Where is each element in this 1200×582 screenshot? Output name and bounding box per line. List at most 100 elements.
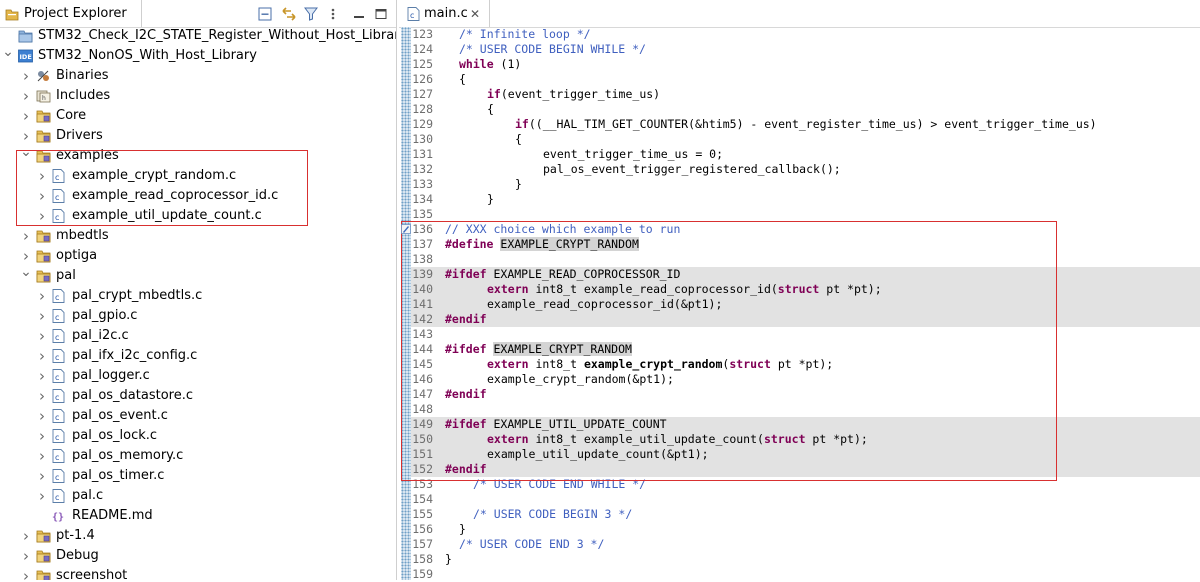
tree-item-folder-drivers[interactable]: › Drivers xyxy=(0,126,396,146)
chevron-right-icon[interactable]: › xyxy=(20,86,32,106)
close-icon[interactable]: ✕ xyxy=(469,4,481,24)
code-line[interactable]: 136 // XXX choice which example to run xyxy=(411,222,1200,237)
code-line[interactable]: 147 #endif xyxy=(411,387,1200,402)
tree-item-file-readme[interactable]: {} README.md xyxy=(0,506,396,526)
view-menu-icon[interactable] xyxy=(327,7,341,21)
chevron-right-icon[interactable]: › xyxy=(36,306,48,326)
code-line[interactable]: 129 if((__HAL_TIM_GET_COUNTER(&htim5) - e… xyxy=(411,117,1200,132)
code-line[interactable]: 126 { xyxy=(411,72,1200,87)
code-line[interactable]: 156} xyxy=(411,522,1200,537)
code-line[interactable]: 150 extern int8_t example_util_update_cou… xyxy=(411,432,1200,447)
tree-item-file-pal-os-lock[interactable]: › c pal_os_lock.c xyxy=(0,426,396,446)
code-line[interactable]: 128 { xyxy=(411,102,1200,117)
chevron-right-icon[interactable]: › xyxy=(36,366,48,386)
tree-item-folder-debug[interactable]: › Debug xyxy=(0,546,396,566)
filter-icon[interactable] xyxy=(304,7,318,21)
tree-item-folder-examples[interactable]: ⌄ examples xyxy=(0,144,396,166)
tree-item-file-example-util-update-count[interactable]: › c example_util_update_count.c xyxy=(0,206,396,226)
code-line[interactable]: 127 if(event_trigger_time_us) xyxy=(411,87,1200,102)
code-line[interactable]: 153 /* USER CODE END WHILE */ xyxy=(411,477,1200,492)
tree-item-folder-core[interactable]: › Core xyxy=(0,106,396,126)
chevron-right-icon[interactable]: › xyxy=(36,386,48,406)
tree-item-file-pal-crypt-mbedtls[interactable]: › c pal_crypt_mbedtls.c xyxy=(0,286,396,306)
chevron-right-icon[interactable]: › xyxy=(20,106,32,126)
chevron-down-icon[interactable]: ⌄ xyxy=(2,42,14,62)
tree-item-project-check-i2c[interactable]: STM32_Check_I2C_STATE_Register_Without_H… xyxy=(0,26,396,46)
chevron-right-icon[interactable]: › xyxy=(36,186,48,206)
code-line[interactable]: 154 xyxy=(411,492,1200,507)
code-line[interactable]: 141 example_read_coprocessor_id(&pt1); xyxy=(411,297,1200,312)
overview-ruler[interactable] xyxy=(401,27,411,580)
code-line[interactable]: 138 xyxy=(411,252,1200,267)
code-line[interactable]: 145 extern int8_t example_crypt_random(st… xyxy=(411,357,1200,372)
code-line[interactable]: 123 /* Infinite loop */ xyxy=(411,27,1200,42)
chevron-down-icon[interactable]: ⌄ xyxy=(20,262,32,282)
code-line[interactable]: 140 extern int8_t example_read_coprocesso… xyxy=(411,282,1200,297)
collapse-all-icon[interactable] xyxy=(258,7,272,21)
minimize-icon[interactable] xyxy=(352,7,366,21)
tree-item-folder-screenshot[interactable]: › screenshot xyxy=(0,566,396,580)
code-line[interactable]: 134} xyxy=(411,192,1200,207)
tree-item-folder-mbedtls[interactable]: › mbedtls xyxy=(0,226,396,246)
chevron-right-icon[interactable]: › xyxy=(36,406,48,426)
code-line[interactable]: 132 pal_os_event_trigger_registered_callb… xyxy=(411,162,1200,177)
tree-item-file-pal-logger[interactable]: › c pal_logger.c xyxy=(0,366,396,386)
chevron-right-icon[interactable]: › xyxy=(20,526,32,546)
chevron-right-icon[interactable]: › xyxy=(20,226,32,246)
code-line[interactable]: 137 #define EXAMPLE_CRYPT_RANDOM xyxy=(411,237,1200,252)
tree-item-folder-optiga[interactable]: › optiga xyxy=(0,246,396,266)
code-line[interactable]: 144 #ifdef EXAMPLE_CRYPT_RANDOM xyxy=(411,342,1200,357)
chevron-right-icon[interactable]: › xyxy=(20,546,32,566)
tree-item-file-pal[interactable]: › c pal.c xyxy=(0,486,396,506)
code-line[interactable]: 142 #endif xyxy=(411,312,1200,327)
code-line[interactable]: 152 #endif xyxy=(411,462,1200,477)
chevron-right-icon[interactable]: › xyxy=(20,66,32,86)
code-line[interactable]: 158} xyxy=(411,552,1200,567)
tree-item-project-nonos-host[interactable]: ⌄ IDE STM32_NonOS_With_Host_Library xyxy=(0,44,396,66)
maximize-icon[interactable] xyxy=(374,7,388,21)
chevron-right-icon[interactable]: › xyxy=(36,486,48,506)
tree-item-file-pal-os-event[interactable]: › c pal_os_event.c xyxy=(0,406,396,426)
code-line[interactable]: 133} xyxy=(411,177,1200,192)
tree-item-folder-pal[interactable]: ⌄ pal xyxy=(0,264,396,286)
chevron-right-icon[interactable]: › xyxy=(20,566,32,580)
tree-item-folder-includes[interactable]: › h Includes xyxy=(0,86,396,106)
tree-item-file-pal-os-datastore[interactable]: › c pal_os_datastore.c xyxy=(0,386,396,406)
tree-item-file-pal-ifx-i2c-config[interactable]: › c pal_ifx_i2c_config.c xyxy=(0,346,396,366)
tab-main-c[interactable]: c main.c ✕ xyxy=(399,0,490,27)
svg-text:c: c xyxy=(55,353,59,362)
code-editor[interactable]: 123 /* Infinite loop */ 124 /* USER CODE BE… xyxy=(411,27,1200,581)
chevron-right-icon[interactable]: › xyxy=(36,326,48,346)
code-line[interactable]: 130 { xyxy=(411,132,1200,147)
code-line[interactable]: 131 event_trigger_time_us = 0; xyxy=(411,147,1200,162)
code-line[interactable]: 157 /* USER CODE END 3 */ xyxy=(411,537,1200,552)
tree-item-folder-pt[interactable]: › pt-1.4 xyxy=(0,526,396,546)
code-line[interactable]: 125 while (1) xyxy=(411,57,1200,72)
tree-item-file-pal-gpio[interactable]: › c pal_gpio.c xyxy=(0,306,396,326)
chevron-right-icon[interactable]: › xyxy=(36,166,48,186)
chevron-right-icon[interactable]: › xyxy=(36,206,48,226)
tab-project-explorer[interactable]: Project Explorer xyxy=(0,0,142,27)
link-with-editor-icon[interactable] xyxy=(281,7,296,21)
code-line[interactable]: 146 example_crypt_random(&pt1); xyxy=(411,372,1200,387)
tree-item-folder-binaries[interactable]: › Binaries xyxy=(0,66,396,86)
tree-item-file-pal-os-memory[interactable]: › c pal_os_memory.c xyxy=(0,446,396,466)
chevron-right-icon[interactable]: › xyxy=(36,446,48,466)
tree-item-file-pal-os-timer[interactable]: › c pal_os_timer.c xyxy=(0,466,396,486)
tree-item-file-pal-i2c[interactable]: › c pal_i2c.c xyxy=(0,326,396,346)
code-line[interactable]: 139 #ifdef EXAMPLE_READ_COPROCESSOR_ID xyxy=(411,267,1200,282)
code-line[interactable]: 135 xyxy=(411,207,1200,222)
chevron-right-icon[interactable]: › xyxy=(36,346,48,366)
code-line[interactable]: 149 #ifdef EXAMPLE_UTIL_UPDATE_COUNT xyxy=(411,417,1200,432)
code-line[interactable]: 155 /* USER CODE BEGIN 3 */ xyxy=(411,507,1200,522)
code-line[interactable]: 151 example_util_update_count(&pt1); xyxy=(411,447,1200,462)
chevron-right-icon[interactable]: › xyxy=(36,426,48,446)
code-line[interactable]: 148 xyxy=(411,402,1200,417)
chevron-right-icon[interactable]: › xyxy=(36,286,48,306)
code-line[interactable]: 124 /* USER CODE BEGIN WHILE */ xyxy=(411,42,1200,57)
tree-item-file-example-read-coprocessor-id[interactable]: › c example_read_coprocessor_id.c xyxy=(0,186,396,206)
code-line[interactable]: 143 xyxy=(411,327,1200,342)
tree-item-file-example-crypt-random[interactable]: › c example_crypt_random.c xyxy=(0,166,396,186)
chevron-right-icon[interactable]: › xyxy=(36,466,48,486)
chevron-down-icon[interactable]: ⌄ xyxy=(20,142,32,162)
